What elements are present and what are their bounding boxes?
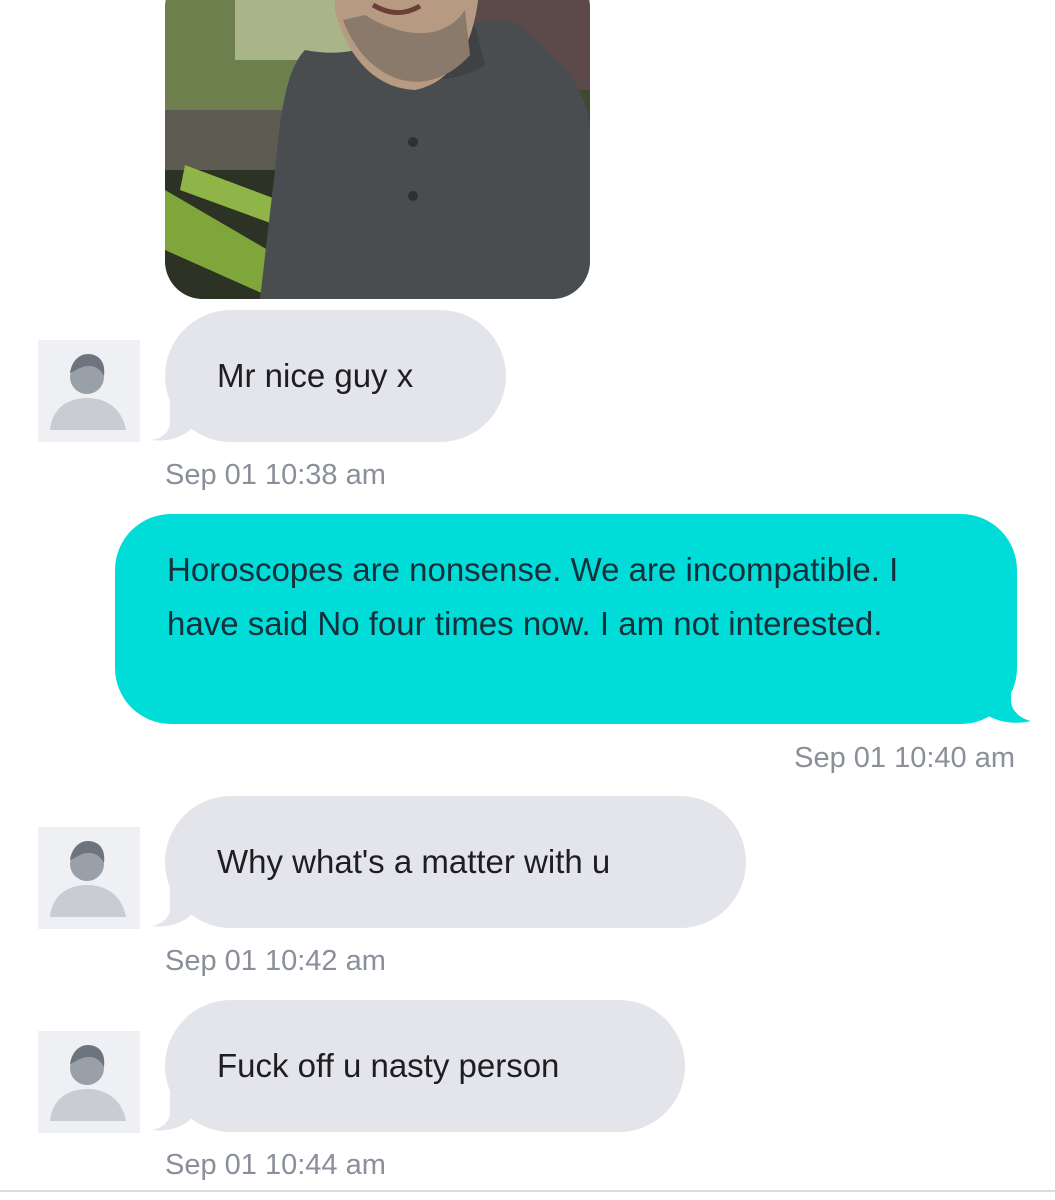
sender-avatar[interactable] — [38, 827, 140, 929]
default-person-icon — [50, 1045, 126, 1121]
message-bubble-incoming[interactable]: Fuck off u nasty person — [165, 1000, 685, 1132]
sender-avatar[interactable] — [38, 1031, 140, 1133]
shared-photo-image — [165, 0, 590, 299]
default-person-icon — [50, 841, 126, 917]
message-timestamp: Sep 01 10:44 am — [165, 1149, 386, 1181]
message-bubble-outgoing[interactable]: Horoscopes are nonsense. We are incompat… — [115, 514, 1017, 724]
message-text: Fuck off u nasty person — [217, 1047, 560, 1084]
message-text: Mr nice guy x — [217, 357, 414, 394]
message-timestamp: Sep 01 10:38 am — [165, 459, 386, 491]
sender-avatar[interactable] — [38, 340, 140, 442]
message-bubble-incoming[interactable]: Mr nice guy x — [165, 310, 506, 442]
message-text: Why what's a matter with u — [217, 843, 611, 880]
message-timestamp: Sep 01 10:40 am — [794, 742, 1015, 774]
message-timestamp: Sep 01 10:42 am — [165, 945, 386, 977]
shared-photo[interactable] — [165, 0, 590, 299]
message-text: Horoscopes are nonsense. We are incompat… — [167, 551, 899, 642]
divider — [0, 1190, 1055, 1192]
default-person-icon — [50, 354, 126, 430]
message-bubble-incoming[interactable]: Why what's a matter with u — [165, 796, 746, 928]
